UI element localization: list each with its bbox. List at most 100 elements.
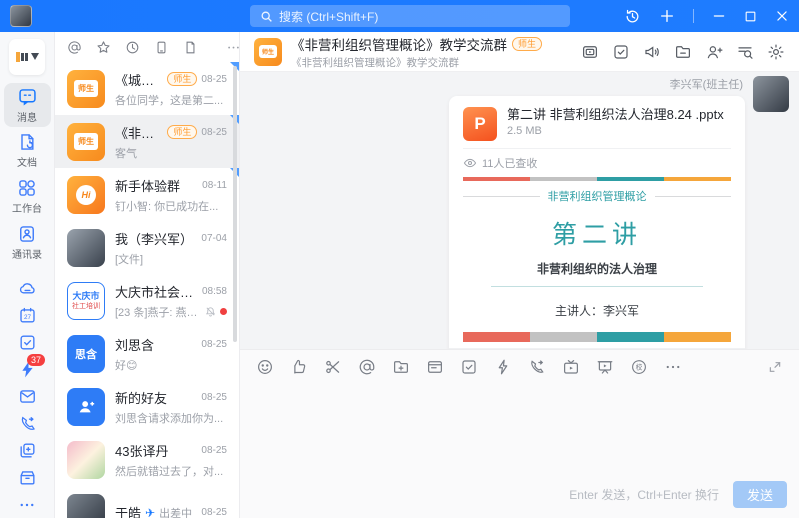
teacher-student-badge: 师生: [512, 37, 542, 51]
toolbar-more-icon[interactable]: [664, 358, 682, 376]
slide-top-bar: [463, 177, 731, 181]
tool-calendar[interactable]: 27: [7, 302, 47, 329]
slide-title: 第二讲: [463, 215, 731, 251]
muted-icon: [205, 306, 216, 317]
contacts-icon: [17, 224, 37, 244]
chat-list-item[interactable]: 43张译丹 08-25 然后就错过去了，对...: [55, 433, 239, 486]
tool-storage-box[interactable]: [7, 464, 47, 491]
add-member-icon[interactable]: [705, 43, 723, 61]
document-icon: [17, 132, 37, 152]
rail-more-icon[interactable]: [7, 491, 47, 518]
video-meeting-icon[interactable]: [581, 43, 599, 61]
chat-list-item[interactable]: 师生 《城市管... 师生 08-25 各位同学，这是第二...: [55, 62, 239, 115]
voice-call-icon[interactable]: [528, 358, 546, 376]
nav-label: 工作台: [12, 200, 42, 215]
nav-item-docs[interactable]: 文档: [4, 129, 51, 173]
tool-flash[interactable]: 37: [7, 356, 47, 383]
send-file-icon[interactable]: [392, 358, 410, 376]
group-avatar: 师生: [67, 123, 105, 161]
send-button[interactable]: 发送: [733, 481, 787, 508]
status-text: 出差中: [159, 505, 192, 518]
chat-list-item[interactable]: 于皓 ✈ 出差中 08-25: [55, 486, 239, 518]
chat-list-scrollbar[interactable]: [233, 66, 237, 342]
screen-share-icon[interactable]: [596, 358, 614, 376]
nav-rail: 消息 文档 工作台 通讯录: [0, 32, 55, 518]
mobile-filter-icon[interactable]: [154, 40, 169, 55]
tool-mini-window[interactable]: [7, 437, 47, 464]
thumbs-up-icon[interactable]: [290, 358, 308, 376]
user-avatar[interactable]: [10, 5, 32, 27]
recent-filter-icon[interactable]: [125, 40, 140, 55]
chat-list-item[interactable]: 我（李兴军） 07-04 [文件]: [55, 221, 239, 274]
message-row: 李兴军(班主任) P 第二讲 非营利组织法人治理8.24 .pptx 2.5 M…: [449, 76, 789, 349]
pptx-file-icon: P: [463, 107, 497, 141]
chat-title: 《城市管...: [115, 70, 163, 89]
file-info[interactable]: P 第二讲 非营利组织法人治理8.24 .pptx 2.5 MB: [449, 96, 745, 148]
chat-preview: 好😊: [115, 357, 137, 373]
group-avatar: 师生: [67, 70, 105, 108]
titlebar-divider: [693, 9, 694, 23]
file-filter-icon[interactable]: [183, 40, 198, 55]
live-video-icon[interactable]: [562, 358, 580, 376]
create-todo-icon[interactable]: [460, 358, 478, 376]
chat-title: 《非营利组织管理概论》教学交流群: [291, 34, 507, 54]
nav-label: 文档: [17, 154, 37, 169]
slide-preview[interactable]: 非营利组织管理概论 第二讲 非营利组织的法人治理 主讲人：李兴军: [463, 177, 731, 342]
chat-title: 《非营利...: [115, 123, 163, 142]
ding-flash-icon[interactable]: [494, 358, 512, 376]
svg-text:校: 校: [636, 362, 643, 371]
tool-todo[interactable]: [7, 329, 47, 356]
chat-time: 08-25: [201, 127, 227, 138]
nav-item-workbench[interactable]: 工作台: [4, 174, 51, 218]
org-logo[interactable]: [9, 39, 45, 75]
close-icon[interactable]: [775, 9, 789, 23]
todo-icon[interactable]: [612, 43, 630, 61]
history-icon[interactable]: [624, 8, 641, 25]
screenshot-scissors-icon[interactable]: [324, 358, 342, 376]
maximize-icon[interactable]: [744, 10, 757, 23]
logo-mark: [16, 52, 20, 62]
expand-composer-icon[interactable]: [767, 359, 783, 375]
chat-preview: 刘思含请求添加你为...: [115, 410, 223, 426]
chat-list-more-icon[interactable]: [226, 40, 241, 55]
chat-list-item[interactable]: 大庆市 社工培训 大庆市社会工... 08:58 [23 条]燕子: 燕子评..…: [55, 274, 239, 327]
composer-toolbar: 校: [240, 350, 799, 383]
add-icon[interactable]: [659, 8, 675, 24]
announcement-icon[interactable]: [643, 43, 661, 61]
mention-icon[interactable]: [358, 358, 376, 376]
chat-title: 于皓: [115, 503, 141, 518]
group-files-icon[interactable]: [674, 43, 692, 61]
star-filter-icon[interactable]: [96, 40, 111, 55]
summary-card-icon[interactable]: [426, 358, 444, 376]
slide-underline: [491, 286, 703, 287]
group-avatar: 大庆市 社工培训: [67, 282, 105, 320]
tool-phone[interactable]: [7, 410, 47, 437]
chat-list-item[interactable]: Hi 新手体验群 08-11 钉小智: 你已成功在...: [55, 168, 239, 221]
minimize-icon[interactable]: [712, 9, 726, 23]
emoji-icon[interactable]: [256, 358, 274, 376]
chat-subtitle: 《非营利组织管理概论》教学交流群: [291, 55, 542, 70]
chat-list-item[interactable]: 新的好友 08-25 刘思含请求添加你为...: [55, 380, 239, 433]
group-avatar[interactable]: 师生: [254, 38, 282, 66]
tool-cloud-drive[interactable]: [7, 275, 47, 302]
file-size: 2.5 MB: [507, 125, 724, 137]
message-input[interactable]: Enter 发送，Ctrl+Enter 换行 发送: [240, 383, 799, 518]
nav-item-messages[interactable]: 消息: [4, 83, 51, 127]
search-input[interactable]: 搜索 (Ctrl+Shift+F): [250, 5, 570, 27]
campus-redpacket-icon[interactable]: 校: [630, 358, 648, 376]
sender-avatar[interactable]: [753, 76, 789, 112]
chat-list-item-selected[interactable]: 师生 《非营利... 师生 08-25 客气: [55, 115, 239, 168]
nav-item-contacts[interactable]: 通讯录: [4, 220, 51, 264]
read-receipt[interactable]: 11人已查收: [449, 149, 745, 177]
search-history-icon[interactable]: [736, 43, 754, 61]
slide-subtitle: 非营利组织的法人治理: [463, 260, 731, 277]
mention-filter-icon[interactable]: [67, 40, 82, 55]
read-count-text: 11人已查收: [482, 155, 537, 171]
chat-list-item[interactable]: 思含 刘思含 08-25 好😊: [55, 327, 239, 380]
settings-gear-icon[interactable]: [767, 43, 785, 61]
file-actions: 在线预览 在线编辑 下载 存到云盘: [449, 348, 745, 349]
user-avatar: [67, 494, 105, 518]
chat-title: 刘思含: [115, 335, 154, 354]
slide-bottom-bar: [463, 332, 731, 342]
tool-mail[interactable]: [7, 383, 47, 410]
